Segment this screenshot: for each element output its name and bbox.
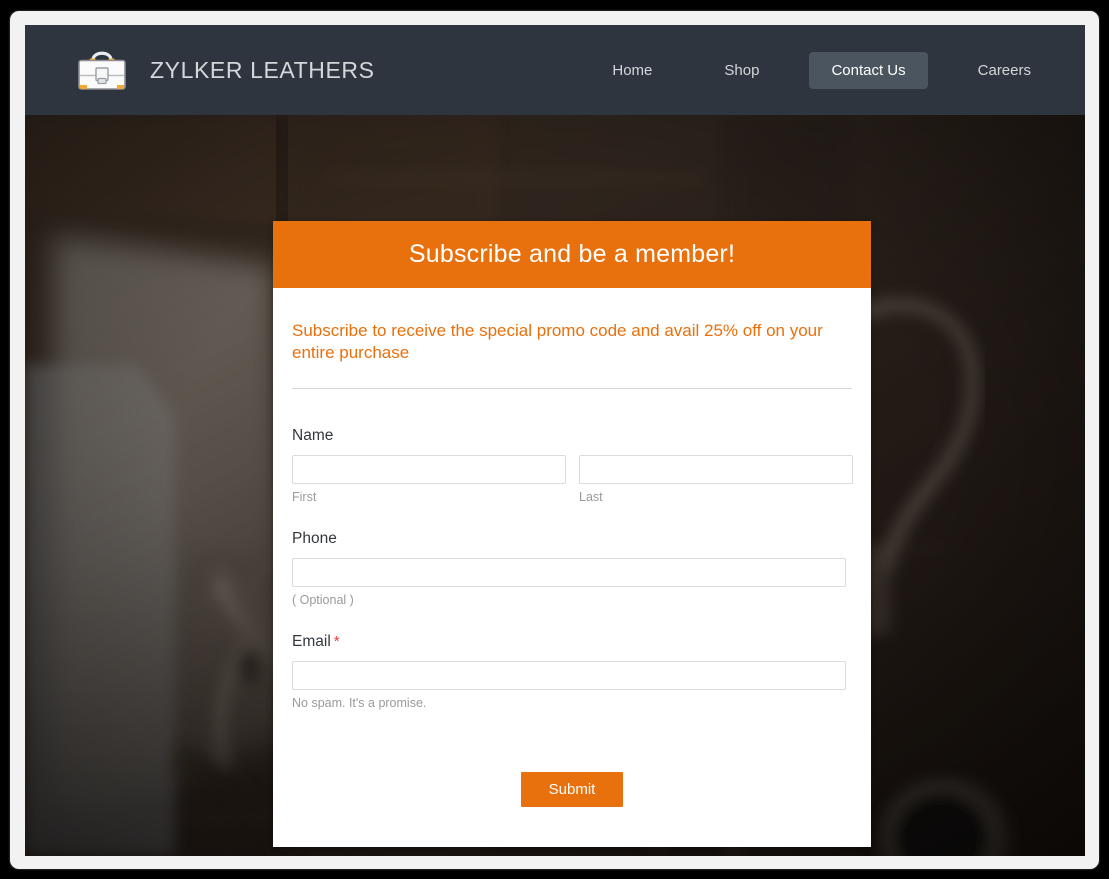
brand-name: ZYLKER LEATHERS [150,56,375,83]
main-navigation: Home Shop Contact Us Careers [590,51,1053,89]
site-header: ZYLKER LEATHERS Home Shop Contact Us Car… [25,25,1085,115]
nav-item-careers[interactable]: Careers [956,52,1053,89]
phone-input[interactable] [292,557,846,587]
form-header: Subscribe and be a member! [273,221,871,288]
phone-label: Phone [292,529,337,547]
web-page: ZYLKER LEATHERS Home Shop Contact Us Car… [25,25,1085,856]
submit-button[interactable]: Submit [520,771,624,807]
briefcase-icon [72,44,132,96]
hero-section: Subscribe and be a member! Subscribe to … [25,115,1085,856]
form-body: Subscribe to receive the special promo c… [273,288,871,847]
nav-item-contact-us[interactable]: Contact Us [809,51,928,89]
field-email: Email * No spam. It's a promise. [292,633,852,710]
required-asterisk-icon: * [333,632,340,650]
form-divider [292,387,852,389]
last-name-group: Last [579,454,853,504]
nav-item-shop[interactable]: Shop [702,52,781,89]
email-sublabel: No spam. It's a promise. [292,695,427,710]
email-label: Email * [292,633,852,651]
email-input[interactable] [292,660,846,690]
brand-logo-group[interactable]: ZYLKER LEATHERS [72,44,375,96]
field-name: Name First Last [292,426,853,504]
last-name-sublabel: Last [579,489,603,504]
first-name-group: First [292,454,566,504]
screenshot-viewport: ZYLKER LEATHERS Home Shop Contact Us Car… [0,0,1109,879]
phone-sublabel: ( Optional ) [292,592,354,607]
browser-frame: ZYLKER LEATHERS Home Shop Contact Us Car… [10,11,1099,869]
field-phone: Phone ( Optional ) [292,530,852,607]
submit-row: Submit [292,736,852,847]
name-inputs-row: First Last [292,454,853,504]
subscribe-form-card: Subscribe and be a member! Subscribe to … [273,221,871,847]
name-label: Name [292,426,334,444]
form-title: Subscribe and be a member! [408,240,736,268]
nav-item-home[interactable]: Home [590,52,674,89]
email-label-text: Email [292,632,331,650]
first-name-sublabel: First [292,489,317,504]
first-name-input[interactable] [292,454,566,484]
last-name-input[interactable] [579,454,853,484]
form-subtitle: Subscribe to receive the special promo c… [292,321,823,363]
